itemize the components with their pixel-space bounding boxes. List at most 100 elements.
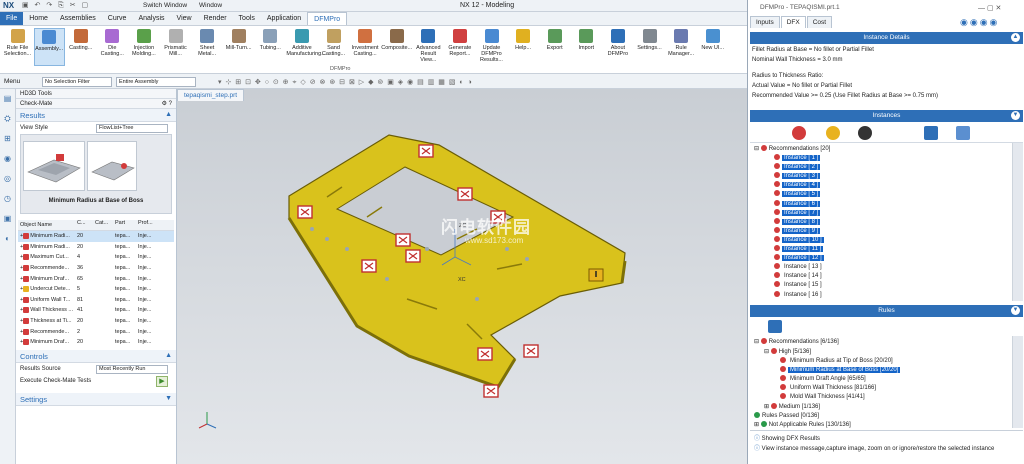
rule-row[interactable]: Minimum Draft Angle [65/65] [780,375,868,382]
grid-row[interactable]: + Minimum Draf... 20 tepa... Inje... [18,337,174,348]
ribbon-button-3[interactable]: Die Casting... [97,28,128,66]
instance-row[interactable]: Instance [ 1 ] [774,154,821,161]
ribbon-button-12[interactable]: Composite... [381,28,412,66]
instance-row[interactable]: Instance [ 10 ] [774,235,824,243]
menu-tab-home[interactable]: Home [23,12,54,25]
ribbon-button-15[interactable]: Update DFMPro Results... [476,28,507,66]
results-source-select[interactable]: Most Recently Run [96,364,168,374]
menu-tab-tools[interactable]: Tools [233,12,261,25]
instance-row[interactable]: Instance [ 14 ] [774,272,824,279]
thumbnail-1[interactable] [23,141,85,191]
ribbon-button-20[interactable]: Settings... [634,28,665,66]
grid-row[interactable]: + Thickness at Ti... 20 tepa... Inje... [18,316,174,327]
grid-row[interactable]: + Recommende... 36 tepa... Inje... [18,263,174,274]
chevron-up-icon[interactable]: ▲ [1011,33,1020,42]
grid-row[interactable]: + Uniform Wall T... 81 tepa... Inje... [18,295,174,306]
grid-column-header[interactable]: Cat... [94,220,114,230]
menu-tab-render[interactable]: Render [198,12,233,25]
rules-scrollbar[interactable] [1012,336,1023,428]
ribbon-button-4[interactable]: Injection Molding... [128,28,159,66]
instance-label[interactable]: Instance [ 12 ] [782,255,824,262]
roles-icon[interactable]: ◐ [0,229,15,249]
instance-label[interactable]: Instance [ 7 ] [782,209,821,216]
dfm-tab-cost[interactable]: Cost [806,16,833,28]
grid-row[interactable]: + Wall Thickness ... 41 tepa... Inje... [18,305,174,316]
grid-row[interactable]: + Recommende... 2 tepa... Inje... [18,326,174,337]
menu-button[interactable]: Menu [4,78,20,85]
collapse-icon[interactable]: ▲ [165,111,172,118]
instance-row[interactable]: Instance [ 5 ] [774,190,821,198]
capture-image-icon[interactable] [792,126,806,140]
rule-label[interactable]: Minimum Draft Angle [65/65] [788,376,868,382]
rule-label[interactable]: Uniform Wall Thickness [81/166] [788,385,878,391]
ribbon-button-22[interactable]: New UI... [697,28,728,66]
grid-row[interactable]: + Minimum Draf... 65 tepa... Inje... [18,273,174,284]
assembly-scope-combo[interactable]: Entire Assembly [116,77,196,87]
menu-tab-dfmpro[interactable]: DFMPro [307,12,348,25]
instance-row[interactable]: Instance [ 9 ] [774,226,821,234]
instance-row[interactable]: Instance [ 12 ] [774,254,824,262]
ribbon-button-7[interactable]: Mill-Turn... [223,28,254,66]
part-navigator-icon[interactable]: ▤ [0,89,15,109]
rule-row[interactable]: Mold Wall Thickness [41/41] [780,393,867,400]
controls-section-header[interactable]: Controls ▲ [16,349,176,363]
instance-label[interactable]: Instance [ 15 ] [782,282,824,288]
snap-tools-icons[interactable]: ▾ ⊹ ⊞ ⊡ ✥ ○ ⊙ ⊕ ⌖ ◇ ⊘ ⊗ ⊛ ⊟ ⊠ ▷ ◆ ⊚ ▣ ◈ … [218,78,473,87]
hd3d-icon[interactable]: ◉ [0,149,15,169]
instances-header[interactable]: Instances ▼ [750,110,1023,122]
web-browser-icon[interactable]: ◎ [0,169,15,189]
instance-row[interactable]: Instance [ 2 ] [774,163,821,171]
instance-label[interactable]: Instance [ 11 ] [782,246,824,252]
instance-label[interactable]: Instance [ 13 ] [782,264,824,270]
rules-not-applicable[interactable]: ⊞ Not Applicable Rules [130/136] [754,421,851,428]
instance-label[interactable]: Instance [ 4 ] [782,182,821,189]
chart-view-icon[interactable] [956,126,970,140]
instance-row[interactable]: Instance [ 7 ] [774,208,821,216]
rules-high[interactable]: ⊟ High [5/136] [764,348,811,355]
result-thumbnails[interactable]: Minimum Radius at Base of Boss [20,134,172,214]
ribbon-button-11[interactable]: Investment Casting... [350,28,381,66]
graphics-window[interactable]: tepaqismi_step.prt XC ZC 闪电软件园 www.sd173… [177,89,747,464]
grid-row[interactable]: + Minimum Radi... 20 tepa... Inje... [18,231,174,242]
dfm-tab-dfx[interactable]: DFX [780,16,806,28]
window-menu[interactable]: Window [199,2,222,9]
rule-label[interactable]: Minimum Radius at Base of Boss [20/20] [788,367,901,373]
instance-label[interactable]: Instance [ 2 ] [782,164,821,171]
grid-column-header[interactable]: Part [114,220,137,230]
rule-row[interactable]: Minimum Radius at Base of Boss [20/20] [780,366,901,373]
menu-tab-curve[interactable]: Curve [102,12,133,25]
rules-view-icon[interactable] [768,320,782,333]
palette-icon[interactable]: ▣ [0,209,15,229]
ribbon-button-1[interactable]: Assembly... [33,28,65,66]
grid-row[interactable]: + Undercut Dete... 5 tepa... Inje... [18,284,174,295]
window-controls[interactable]: — ▢ ✕ [978,4,1001,12]
menu-tab-analysis[interactable]: Analysis [132,12,170,25]
view-style-select[interactable]: FlowList+Tree [96,124,168,133]
quick-access-icons[interactable]: ▣ ↶ ↷ ⎘ ✂ ▢ [22,1,90,10]
instance-row[interactable]: Instance [ 16 ] [774,290,824,298]
grid-row[interactable]: + Minimum Radi... 20 tepa... Inje... [18,242,174,253]
instance-label[interactable]: Instance [ 9 ] [782,227,821,234]
instance-row[interactable]: Instance [ 11 ] [774,245,824,252]
selection-filter-combo[interactable]: No Selection Filter [42,77,112,87]
grid-row[interactable]: + Maximum Cut... 4 tepa... Inje... [18,252,174,263]
switch-window-button[interactable]: Switch Window [143,2,187,9]
menu-tab-view[interactable]: View [171,12,198,25]
ribbon-button-8[interactable]: Tubing... [255,28,286,66]
chevron-down-icon[interactable]: ▼ [1011,111,1020,120]
ribbon-button-5[interactable]: Prismatic Mill... [160,28,191,66]
warning-filter-icon[interactable] [826,126,840,140]
ribbon-button-13[interactable]: Advanced Result View... [413,28,444,66]
instance-label[interactable]: Instance [ 10 ] [782,236,824,243]
menu-tab-assemblies[interactable]: Assemblies [54,12,102,25]
ribbon-button-14[interactable]: Generate Report... [444,28,475,66]
instance-label[interactable]: Instance [ 1 ] [782,155,821,161]
rule-label[interactable]: Mold Wall Thickness [41/41] [788,394,867,400]
dfm-tab-inputs[interactable]: Inputs [750,16,780,28]
ribbon-button-0[interactable]: Rule File Selection... [2,28,33,66]
instance-row[interactable]: Instance [ 8 ] [774,217,821,225]
recommendations-node[interactable]: ⊟ Recommendations [20] [754,145,830,152]
instance-row[interactable]: Instance [ 3 ] [774,172,821,180]
rules-medium[interactable]: ⊞ Medium [1/136] [764,403,820,410]
instance-row[interactable]: Instance [ 4 ] [774,181,821,189]
